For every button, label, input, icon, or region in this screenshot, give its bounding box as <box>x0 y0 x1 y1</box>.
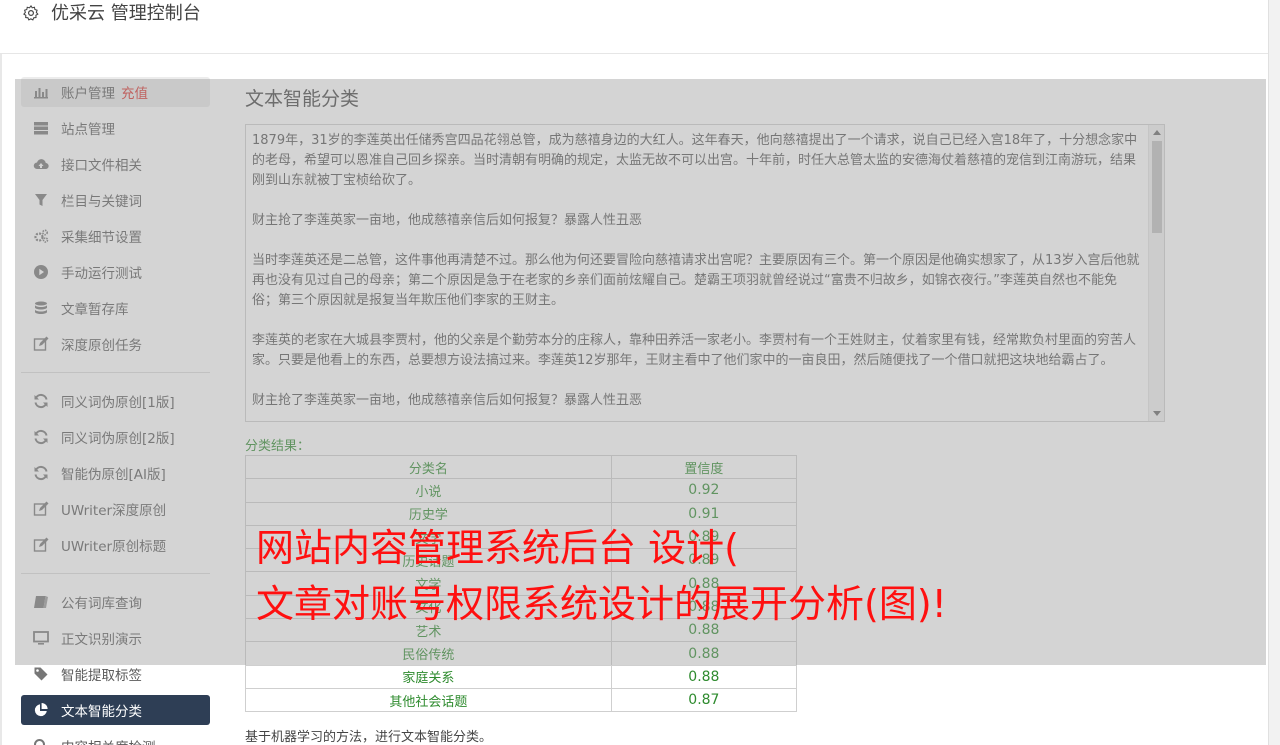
method-note: 基于机器学习的方法，进行文本智能分类。 <box>245 730 493 745</box>
sidebar-item-label: 手动运行测试 <box>61 266 142 282</box>
confidence-cell: 0.92 <box>610 478 798 503</box>
article-paragraph: 财主抢了李莲英家一亩地，他成慈禧亲信后如何报复？暴露人性丑恶 <box>252 213 643 228</box>
sidebar-item-label: 文章暂存库 <box>61 302 129 318</box>
article-paragraph: 当时李莲英还是二总管，这件事他再清楚不过。那么他为何还要冒险向慈禧请求出宫呢？主… <box>252 253 1140 308</box>
sidebar-item-extract-tags[interactable]: 智能提取标签 <box>21 659 210 689</box>
cloud-upload-icon <box>32 156 50 172</box>
sidebar-item-label: UWriter深度原创 <box>61 503 167 519</box>
scroll-thumb[interactable] <box>1152 141 1162 233</box>
book-icon <box>32 594 50 610</box>
sidebar-divider <box>21 573 210 574</box>
sidebar-item-columns[interactable]: 栏目与关键词 <box>21 185 210 215</box>
category-cell: 家庭关系 <box>245 664 612 689</box>
sidebar-item-relevance[interactable]: 内容相关度检测 <box>21 731 210 745</box>
edit-icon <box>32 336 50 352</box>
edit-icon <box>32 537 50 553</box>
refresh-icon <box>32 393 50 409</box>
confidence-cell: 0.88 <box>610 641 798 666</box>
bar-chart-icon <box>32 84 50 100</box>
confidence-cell: 0.88 <box>610 664 798 689</box>
column-header-confidence: 置信度 <box>610 454 798 480</box>
sidebar-item-label: 接口文件相关 <box>61 158 142 174</box>
play-circle-icon <box>32 264 50 280</box>
article-paragraph: 1879年，31岁的李莲英出任储秀宫四品花翎总管，成为慈禧身边的大红人。这年春天… <box>252 133 1138 188</box>
sidebar-item-label: 智能提取标签 <box>61 668 142 684</box>
left-edge <box>0 0 2 745</box>
top-header: 优采云 管理控制台 <box>0 0 1268 54</box>
refresh-icon <box>32 465 50 481</box>
sidebar-item-public-lexicon[interactable]: 公有词库查询 <box>21 587 210 617</box>
article-textarea[interactable]: 1879年，31岁的李莲英出任储秀宫四品花翎总管，成为慈禧身边的大红人。这年春天… <box>245 124 1165 422</box>
pie-chart-icon <box>32 702 50 718</box>
category-cell: 民俗传统 <box>245 641 612 666</box>
cogs-icon <box>32 228 50 244</box>
monitor-icon <box>32 630 50 646</box>
search-icon <box>32 738 50 745</box>
gear-icon <box>23 4 39 21</box>
recharge-link[interactable]: 充值 <box>121 82 148 102</box>
watermark-line-1: 网站内容管理系统后台 设计( <box>256 526 739 570</box>
refresh-icon <box>32 429 50 445</box>
database-icon <box>32 300 50 316</box>
app-title: 优采云 管理控制台 <box>51 3 201 24</box>
table-row: 家庭关系 0.88 <box>245 664 798 689</box>
sidebar-divider <box>21 372 210 373</box>
page-title: 文本智能分类 <box>245 88 360 110</box>
sidebar-item-text-recognition[interactable]: 正文识别演示 <box>21 623 210 653</box>
sidebar-item-uwriter-title[interactable]: UWriter原创标题 <box>21 530 210 560</box>
category-cell: 其他社会话题 <box>245 687 612 713</box>
sidebar-item-label: 站点管理 <box>61 122 115 138</box>
edit-icon <box>32 501 50 517</box>
sidebar-item-article-store[interactable]: 文章暂存库 <box>21 293 210 323</box>
filter-icon <box>32 192 50 208</box>
table-header-row: 分类名 置信度 <box>245 454 798 480</box>
sidebar-item-label: 账户管理 <box>61 86 115 102</box>
sidebar-item-label: 同义词伪原创[2版] <box>61 431 175 447</box>
sidebar-item-interface[interactable]: 接口文件相关 <box>21 149 210 179</box>
article-text: 1879年，31岁的李莲英出任储秀宫四品花翎总管，成为慈禧身边的大红人。这年春天… <box>246 125 1164 411</box>
sidebar-item-label: 栏目与关键词 <box>61 194 142 210</box>
sidebar-item-label: 采集细节设置 <box>61 230 142 246</box>
confidence-cell: 0.87 <box>610 687 798 713</box>
sidebar-item-label: 文本智能分类 <box>61 704 142 720</box>
sidebar-item-deep-original[interactable]: 深度原创任务 <box>21 329 210 359</box>
table-row: 民俗传统 0.88 <box>245 641 798 666</box>
sidebar-item-label: 同义词伪原创[1版] <box>61 395 175 411</box>
window-scrollbar[interactable] <box>1268 0 1280 745</box>
column-header-category: 分类名 <box>245 454 612 480</box>
sidebar-item-uwriter-deep[interactable]: UWriter深度原创 <box>21 494 210 524</box>
sidebar-item-label: 公有词库查询 <box>61 596 142 612</box>
sidebar-item-sites[interactable]: 站点管理 <box>21 113 210 143</box>
sidebar-item-text-classify[interactable]: 文本智能分类 <box>21 695 210 725</box>
sidebar-item-ai-rewrite[interactable]: 智能伪原创[AI版] <box>21 458 210 488</box>
tag-icon <box>32 666 50 682</box>
table-row: 其他社会话题 0.87 <box>245 687 798 713</box>
sidebar-item-manual-run[interactable]: 手动运行测试 <box>21 257 210 287</box>
sidebar-item-label: 内容相关度检测 <box>61 736 156 745</box>
scroll-up-arrow-icon[interactable] <box>1153 130 1161 135</box>
server-icon <box>32 120 50 136</box>
sidebar-item-account[interactable]: 账户管理 充值 <box>21 77 210 107</box>
result-label: 分类结果： <box>245 439 311 454</box>
sidebar-item-label: 智能伪原创[AI版] <box>61 467 166 483</box>
sidebar-item-collect-settings[interactable]: 采集细节设置 <box>21 221 210 251</box>
textarea-scrollbar[interactable] <box>1148 125 1164 421</box>
article-paragraph: 财主抢了李莲英家一亩地，他成慈禧亲信后如何报复？暴露人性丑恶 <box>252 393 643 408</box>
sidebar-item-synonym-v1[interactable]: 同义词伪原创[1版] <box>21 386 210 416</box>
watermark-line-2: 文章对账号权限系统设计的展开分析(图)! <box>256 582 947 626</box>
article-paragraph: 李莲英的老家在大城县李贾村，他的父亲是个勤劳本分的庄稼人，靠种田养活一家老小。李… <box>252 333 1137 368</box>
sidebar-item-label: 正文识别演示 <box>61 632 142 648</box>
sidebar-item-synonym-v2[interactable]: 同义词伪原创[2版] <box>21 422 210 452</box>
sidebar-item-label: UWriter原创标题 <box>61 539 167 555</box>
watermark-text: 网站内容管理系统后台 设计( 文章对账号权限系统设计的展开分析(图)! <box>256 520 947 632</box>
category-cell: 小说 <box>245 478 612 503</box>
scroll-down-arrow-icon[interactable] <box>1153 411 1161 416</box>
sidebar-item-label: 深度原创任务 <box>61 338 142 354</box>
table-row: 小说 0.92 <box>245 478 798 503</box>
